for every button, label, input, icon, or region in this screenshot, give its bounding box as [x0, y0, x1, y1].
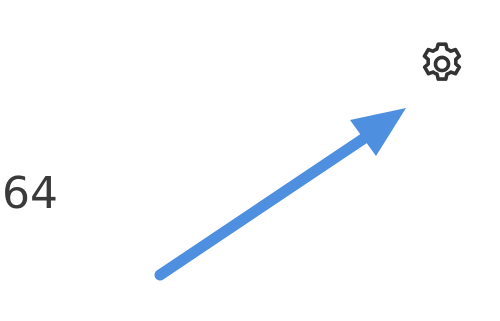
value-text: 64: [2, 168, 58, 219]
settings-button[interactable]: [414, 36, 470, 92]
gear-icon: [422, 42, 462, 81]
arrow-shaft: [154, 127, 378, 281]
arrow-head: [350, 108, 406, 156]
